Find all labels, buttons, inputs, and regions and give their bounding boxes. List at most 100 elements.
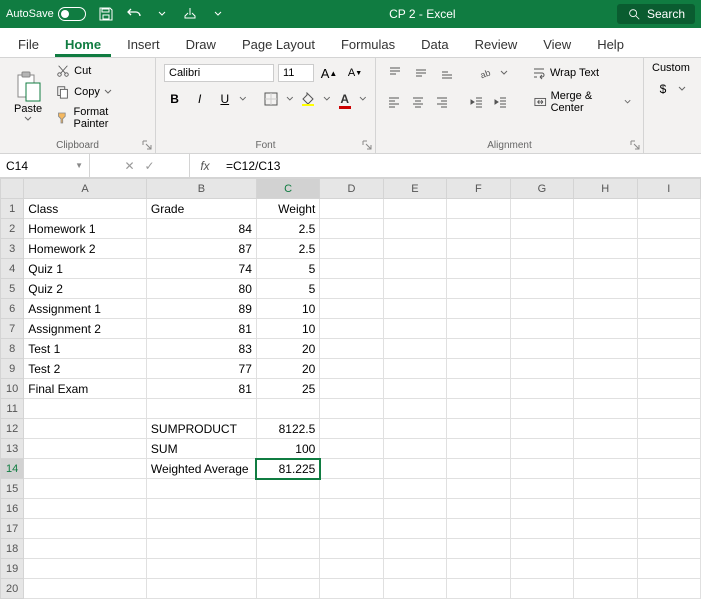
- dialog-launcher-icon[interactable]: [361, 139, 373, 151]
- menu-draw[interactable]: Draw: [176, 31, 226, 57]
- cell[interactable]: [447, 459, 510, 479]
- cell[interactable]: Class: [24, 199, 147, 219]
- cell[interactable]: [320, 539, 383, 559]
- col-header-i[interactable]: I: [637, 179, 701, 199]
- cell[interactable]: [510, 419, 573, 439]
- formula-input[interactable]: =C12/C13: [220, 154, 701, 177]
- cell[interactable]: [447, 359, 510, 379]
- cell[interactable]: [146, 479, 256, 499]
- cell[interactable]: [24, 479, 147, 499]
- increase-indent-icon[interactable]: [491, 91, 511, 113]
- touch-mode-icon[interactable]: [180, 4, 200, 24]
- cell[interactable]: [383, 219, 446, 239]
- row-header[interactable]: 9: [1, 359, 24, 379]
- cell[interactable]: [320, 299, 383, 319]
- menu-formulas[interactable]: Formulas: [331, 31, 405, 57]
- cell[interactable]: [320, 579, 383, 599]
- cell[interactable]: [510, 239, 573, 259]
- cell[interactable]: [510, 279, 573, 299]
- cell[interactable]: [510, 399, 573, 419]
- cell[interactable]: 10: [256, 299, 319, 319]
- row-header[interactable]: 8: [1, 339, 24, 359]
- row-header[interactable]: 5: [1, 279, 24, 299]
- cell[interactable]: 10: [256, 319, 319, 339]
- autosave-toggle[interactable]: AutoSave: [6, 7, 86, 21]
- cell[interactable]: [320, 479, 383, 499]
- menu-help[interactable]: Help: [587, 31, 634, 57]
- cancel-formula-icon[interactable]: ✕: [124, 159, 134, 173]
- cell[interactable]: [383, 519, 446, 539]
- cell[interactable]: 87: [146, 239, 256, 259]
- cell[interactable]: 81: [146, 379, 256, 399]
- cell[interactable]: [510, 299, 573, 319]
- cell[interactable]: [510, 259, 573, 279]
- cell[interactable]: [447, 239, 510, 259]
- cell[interactable]: [447, 299, 510, 319]
- cell[interactable]: [447, 519, 510, 539]
- cell[interactable]: [574, 559, 637, 579]
- cut-button[interactable]: Cut: [52, 62, 147, 80]
- font-name-select[interactable]: [164, 64, 274, 82]
- col-header-h[interactable]: H: [574, 179, 637, 199]
- cell[interactable]: [510, 559, 573, 579]
- cell[interactable]: [383, 439, 446, 459]
- cell[interactable]: [510, 579, 573, 599]
- row-header[interactable]: 15: [1, 479, 24, 499]
- cell[interactable]: [320, 439, 383, 459]
- cell[interactable]: Quiz 2: [24, 279, 147, 299]
- fill-color-button[interactable]: [297, 88, 318, 110]
- cell[interactable]: [637, 359, 701, 379]
- cell[interactable]: [574, 459, 637, 479]
- cell[interactable]: [383, 239, 446, 259]
- cell[interactable]: [320, 399, 383, 419]
- cell[interactable]: [637, 459, 701, 479]
- cell[interactable]: [637, 339, 701, 359]
- cell[interactable]: Quiz 1: [24, 259, 147, 279]
- save-icon[interactable]: [96, 4, 116, 24]
- cell[interactable]: [24, 579, 147, 599]
- select-all-corner[interactable]: [1, 179, 24, 199]
- cell[interactable]: [447, 199, 510, 219]
- cell[interactable]: [146, 539, 256, 559]
- col-header-g[interactable]: G: [510, 179, 573, 199]
- cell[interactable]: [24, 399, 147, 419]
- row-header[interactable]: 19: [1, 559, 24, 579]
- cell[interactable]: [320, 319, 383, 339]
- cell[interactable]: 100: [256, 439, 319, 459]
- cell[interactable]: [256, 499, 319, 519]
- cell[interactable]: [637, 499, 701, 519]
- col-header-b[interactable]: B: [146, 179, 256, 199]
- cell[interactable]: Weighted Average: [146, 459, 256, 479]
- cell[interactable]: 5: [256, 259, 319, 279]
- cell[interactable]: [637, 439, 701, 459]
- cell[interactable]: [510, 459, 573, 479]
- cell[interactable]: [447, 319, 510, 339]
- increase-font-icon[interactable]: A▲: [318, 62, 340, 84]
- toggle-off-icon[interactable]: [58, 7, 86, 21]
- cell[interactable]: [574, 519, 637, 539]
- cell[interactable]: [637, 319, 701, 339]
- cell[interactable]: [24, 419, 147, 439]
- dialog-launcher-icon[interactable]: [141, 139, 153, 151]
- font-color-button[interactable]: A: [334, 88, 355, 110]
- decrease-font-icon[interactable]: A▼: [344, 62, 366, 84]
- cell[interactable]: [320, 559, 383, 579]
- row-header[interactable]: 7: [1, 319, 24, 339]
- spreadsheet-grid[interactable]: A B C D E F G H I 1ClassGradeWeight 2Hom…: [0, 178, 701, 599]
- cell[interactable]: [383, 419, 446, 439]
- cell[interactable]: [383, 379, 446, 399]
- italic-button[interactable]: I: [189, 88, 210, 110]
- cell[interactable]: [510, 219, 573, 239]
- cell[interactable]: [24, 439, 147, 459]
- cell[interactable]: [447, 439, 510, 459]
- cell[interactable]: [447, 339, 510, 359]
- cell[interactable]: [447, 559, 510, 579]
- row-header[interactable]: 1: [1, 199, 24, 219]
- cell[interactable]: [320, 239, 383, 259]
- cell[interactable]: [510, 479, 573, 499]
- paste-button[interactable]: Paste: [8, 67, 48, 127]
- cell[interactable]: [320, 359, 383, 379]
- dialog-launcher-icon[interactable]: [629, 139, 641, 151]
- cell[interactable]: [637, 379, 701, 399]
- align-top-icon[interactable]: [384, 62, 406, 84]
